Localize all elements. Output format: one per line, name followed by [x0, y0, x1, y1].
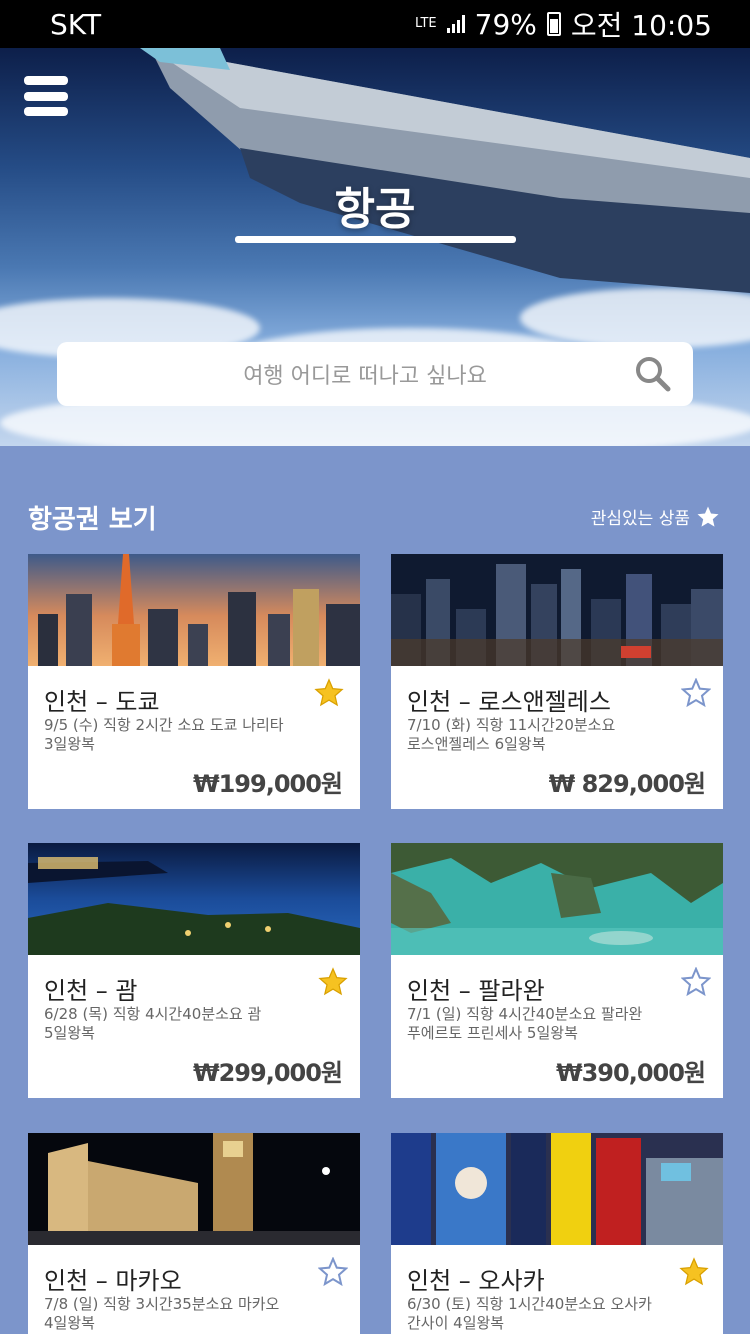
card-title: 인천 – 마카오	[44, 1267, 182, 1295]
star-filled-icon[interactable]	[314, 678, 344, 708]
status-indicators: LTE 79% 오전 10:05	[415, 4, 712, 44]
hero-banner: 항공 여행 어디로 떠나고 싶나요	[0, 48, 750, 446]
card-description-line: 7/1 (일) 직항 4시간40분소요 팔라완	[407, 1005, 643, 1023]
card-description: 6/28 (목) 직항 4시간40분소요 괌 5일왕복	[44, 1005, 314, 1043]
los-angeles-skyline-image	[391, 554, 723, 666]
flight-card[interactable]: 인천 – 괌 6/28 (목) 직항 4시간40분소요 괌 5일왕복 ₩299,…	[28, 843, 360, 1098]
card-price: ₩299,000원	[193, 1059, 343, 1087]
card-description-line: 5일왕복	[44, 1024, 95, 1042]
page-title: 항공	[334, 184, 416, 235]
star-icon	[697, 506, 719, 527]
card-title: 인천 – 괌	[44, 977, 138, 1005]
guam-bay-image	[28, 843, 360, 955]
macau-hotel-image	[28, 1133, 360, 1245]
status-bar: SKT LTE 79% 오전 10:05	[0, 0, 750, 48]
carrier-label: SKT	[50, 7, 102, 41]
search-input[interactable]: 여행 어디로 떠나고 싶나요	[57, 358, 633, 390]
flight-card[interactable]: 인천 – 로스앤젤레스 7/10 (화) 직항 11시간20분소요 로스앤젤레스…	[391, 554, 723, 809]
card-description-line: 4일왕복	[44, 1314, 95, 1332]
tokyo-skyline-image	[28, 554, 360, 666]
star-filled-icon[interactable]	[679, 1257, 709, 1287]
star-outline-icon[interactable]	[681, 678, 711, 708]
card-description-line: 간사이 4일왕복	[407, 1314, 505, 1332]
card-description-line: 6/30 (토) 직항 1시간40분소요 오사카	[407, 1295, 652, 1313]
card-description-line: 푸에르토 프린세사 5일왕복	[407, 1024, 578, 1042]
card-description-line: 6/28 (목) 직항 4시간40분소요 괌	[44, 1005, 262, 1023]
palawan-lagoon-image	[391, 843, 723, 955]
star-filled-icon[interactable]	[318, 967, 348, 997]
flight-card[interactable]: 인천 – 도쿄 9/5 (수) 직항 2시간 소요 도쿄 나리타 3일왕복 ₩1…	[28, 554, 360, 809]
network-type-label: LTE	[415, 16, 437, 31]
favorites-label: 관심있는 상품	[590, 509, 690, 529]
card-title: 인천 – 로스앤젤레스	[407, 688, 611, 716]
star-outline-icon[interactable]	[681, 967, 711, 997]
flight-card[interactable]: 인천 – 팔라완 7/1 (일) 직항 4시간40분소요 팔라완 푸에르토 프린…	[391, 843, 723, 1098]
card-description: 7/8 (일) 직항 3시간35분소요 마카오 4일왕복	[44, 1295, 314, 1333]
card-description: 9/5 (수) 직항 2시간 소요 도쿄 나리타 3일왕복	[44, 716, 314, 754]
card-title: 인천 – 팔라완	[407, 977, 545, 1005]
search-icon[interactable]	[633, 354, 673, 394]
card-description-line: 7/10 (화) 직항 11시간20분소요	[407, 716, 616, 734]
card-description-line: 3일왕복	[44, 735, 95, 753]
card-description: 6/30 (토) 직항 1시간40분소요 오사카 간사이 4일왕복	[407, 1295, 677, 1333]
card-description: 7/10 (화) 직항 11시간20분소요 로스앤젤레스 6일왕복	[407, 716, 677, 754]
hamburger-menu-icon[interactable]	[24, 76, 68, 116]
card-description-line: 7/8 (일) 직항 3시간35분소요 마카오	[44, 1295, 280, 1313]
battery-percent: 79%	[474, 7, 537, 41]
card-price: ₩390,000원	[556, 1059, 706, 1087]
favorites-link[interactable]: 관심있는 상품	[591, 504, 720, 529]
card-title: 인천 – 오사카	[407, 1267, 545, 1295]
card-title: 인천 – 도쿄	[44, 688, 160, 716]
flight-card[interactable]: 인천 – 오사카 6/30 (토) 직항 1시간40분소요 오사카 간사이 4일…	[391, 1133, 723, 1334]
search-bar[interactable]: 여행 어디로 떠나고 싶나요	[57, 342, 693, 406]
section-title: 항공권 보기	[28, 505, 157, 535]
card-description-line: 로스앤젤레스 6일왕복	[407, 735, 546, 753]
star-outline-icon[interactable]	[318, 1257, 348, 1287]
card-description: 7/1 (일) 직항 4시간40분소요 팔라완 푸에르토 프린세사 5일왕복	[407, 1005, 677, 1043]
battery-icon	[546, 12, 561, 36]
flight-card[interactable]: 인천 – 마카오 7/8 (일) 직항 3시간35분소요 마카오 4일왕복	[28, 1133, 360, 1334]
card-description-line: 9/5 (수) 직항 2시간 소요 도쿄 나리타	[44, 716, 284, 734]
osaka-dotonbori-image	[391, 1133, 723, 1245]
clock: 오전 10:05	[570, 9, 712, 42]
card-price: ₩199,000원	[193, 770, 343, 798]
card-price: ₩ 829,000원	[548, 770, 706, 798]
title-underline	[235, 236, 516, 243]
signal-icon	[446, 15, 465, 33]
